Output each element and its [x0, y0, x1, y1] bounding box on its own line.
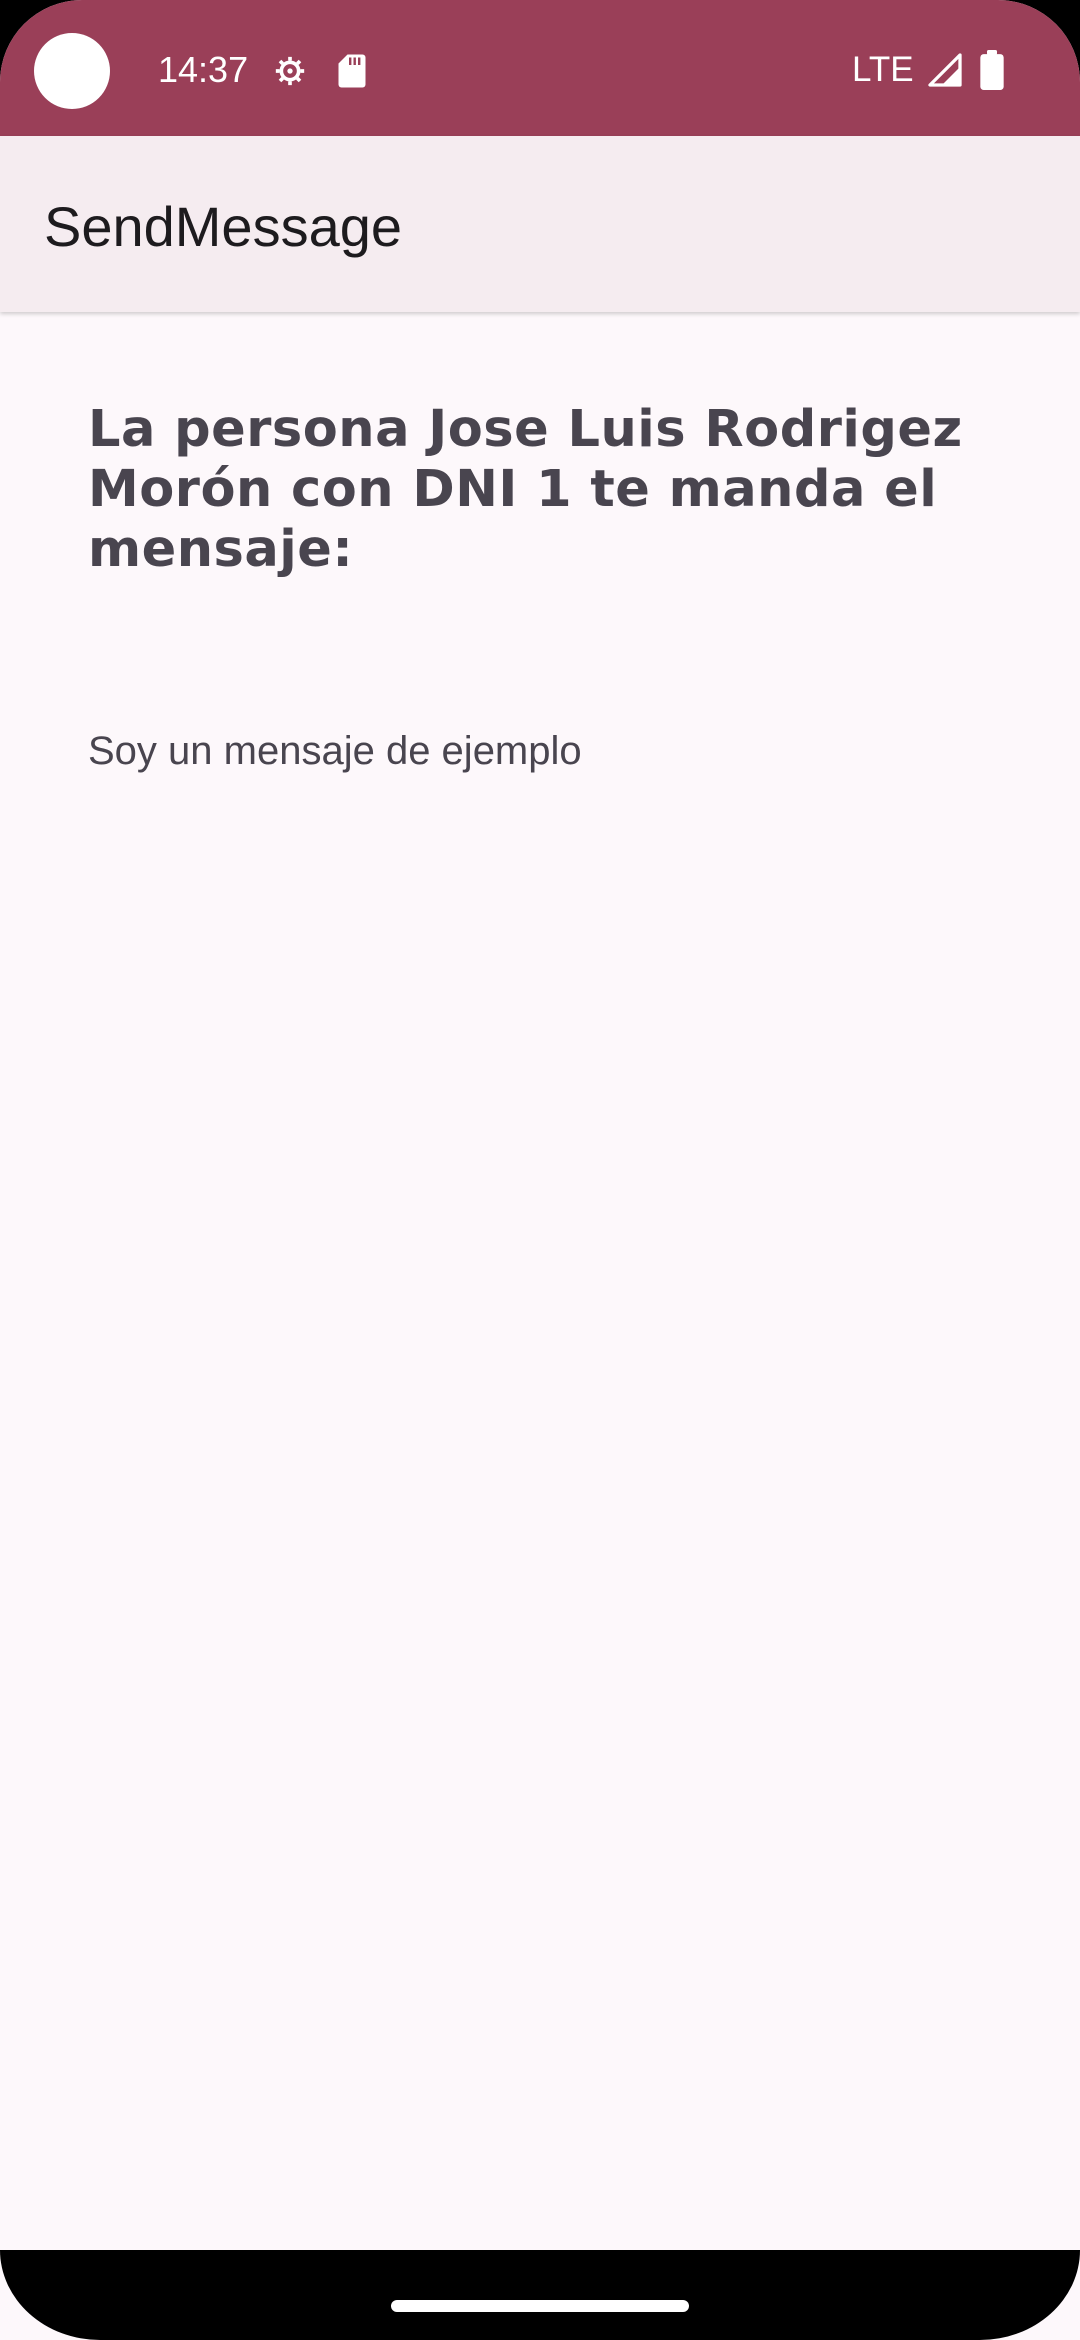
- message-content: La persona Jose Luis Rodrigez Morón con …: [88, 400, 1008, 773]
- battery-icon: [980, 50, 1004, 90]
- message-heading: La persona Jose Luis Rodrigez Morón con …: [88, 400, 963, 579]
- navigation-bar: [0, 2250, 1080, 2340]
- app-title: SendMessage: [44, 195, 403, 258]
- camera-cutout: [34, 33, 110, 109]
- settings-gear-icon: [275, 56, 305, 86]
- sd-card-icon: [338, 54, 366, 88]
- app-bar: SendMessage: [0, 136, 1080, 312]
- gesture-handle[interactable]: [391, 2300, 689, 2312]
- message-body: Soy un mensaje de ejemplo: [88, 729, 582, 773]
- status-bar: 14:37 LTE: [0, 0, 1080, 136]
- status-time: 14:37: [158, 49, 249, 90]
- signal-icon: [928, 53, 962, 87]
- network-type-label: LTE: [852, 50, 914, 89]
- app-screen: 14:37 LTE SendMessage La persona Jose Lu…: [0, 0, 1080, 2340]
